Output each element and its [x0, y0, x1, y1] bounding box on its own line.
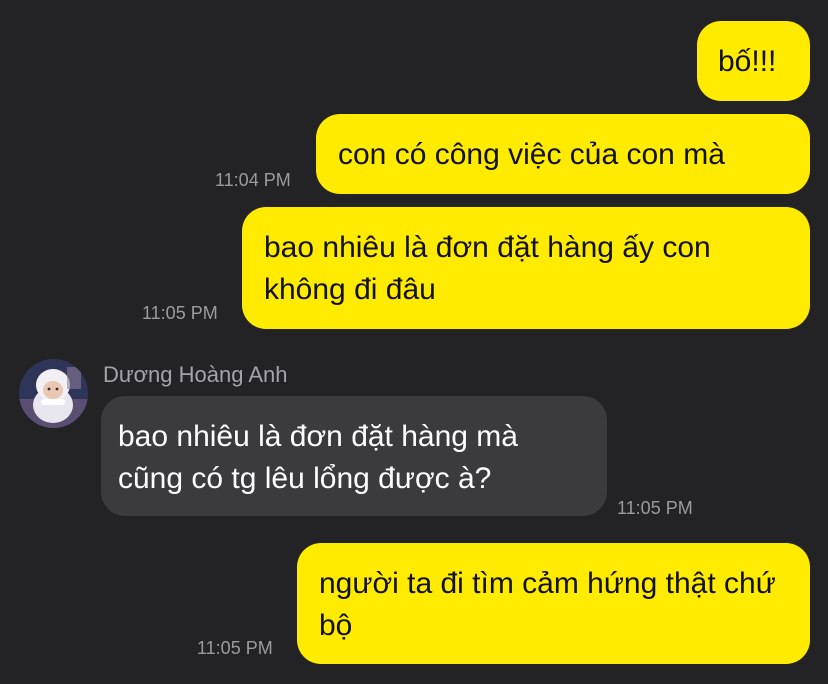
- chat-thread: bố!!! 11:04 PM con có công việc của con …: [0, 0, 828, 684]
- incoming-message-bubble[interactable]: bao nhiêu là đơn đặt hàng mà cũng có tg …: [101, 396, 607, 516]
- message-timestamp: 11:05 PM: [142, 303, 218, 323]
- outgoing-message-bubble[interactable]: bao nhiêu là đơn đặt hàng ấy con không đ…: [242, 207, 810, 329]
- outgoing-message-bubble[interactable]: bố!!!: [697, 21, 810, 101]
- message-timestamp: 11:04 PM: [215, 170, 291, 190]
- message-timestamp: 11:05 PM: [617, 498, 693, 518]
- child-in-white-hat-avatar: [19, 359, 88, 428]
- message-timestamp: 11:05 PM: [197, 638, 273, 658]
- outgoing-message-bubble[interactable]: con có công việc của con mà: [316, 114, 810, 194]
- sender-name: Dương Hoàng Anh: [103, 362, 288, 387]
- sender-avatar[interactable]: [19, 359, 88, 428]
- outgoing-message-bubble[interactable]: người ta đi tìm cảm hứng thật chứ bộ: [297, 543, 810, 664]
